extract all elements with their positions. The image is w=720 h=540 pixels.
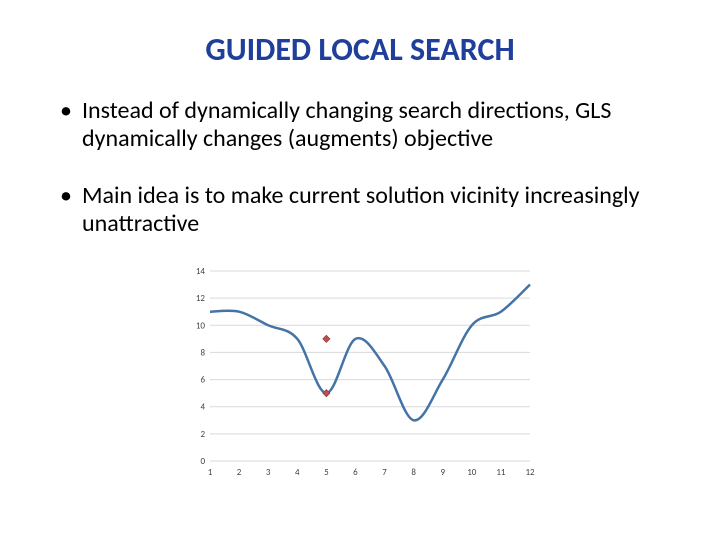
y-tick-label: 12 [196, 293, 206, 304]
x-tick-label: 10 [467, 467, 477, 478]
chart: 02468101214123456789101112 [180, 266, 540, 481]
x-tick-label: 4 [295, 467, 300, 478]
bullet-item: Main idea is to make current solution vi… [60, 182, 690, 239]
x-tick-label: 2 [237, 467, 242, 478]
y-tick-label: 10 [196, 321, 206, 332]
x-tick-label: 3 [266, 467, 271, 478]
bullet-item: Instead of dynamically changing search d… [60, 97, 690, 154]
x-tick-label: 5 [324, 467, 329, 478]
y-tick-label: 4 [200, 402, 205, 413]
y-tick-label: 8 [200, 348, 205, 359]
x-tick-label: 6 [353, 467, 358, 478]
x-tick-label: 9 [440, 467, 445, 478]
x-tick-label: 7 [382, 467, 387, 478]
bullet-list: Instead of dynamically changing search d… [30, 97, 690, 238]
y-tick-label: 0 [200, 456, 205, 467]
y-tick-label: 14 [196, 266, 206, 277]
slide: GUIDED LOCAL SEARCH Instead of dynamical… [0, 0, 720, 540]
x-tick-label: 12 [525, 467, 535, 478]
chart-plot: 02468101214123456789101112 [196, 266, 535, 478]
y-tick-label: 6 [200, 375, 205, 386]
x-tick-label: 8 [411, 467, 416, 478]
x-tick-label: 1 [208, 467, 213, 478]
x-tick-label: 11 [496, 467, 506, 478]
y-tick-label: 2 [200, 429, 205, 440]
chart-svg: 02468101214123456789101112 [180, 266, 540, 481]
data-marker [323, 336, 330, 343]
slide-title: GUIDED LOCAL SEARCH [30, 30, 690, 69]
